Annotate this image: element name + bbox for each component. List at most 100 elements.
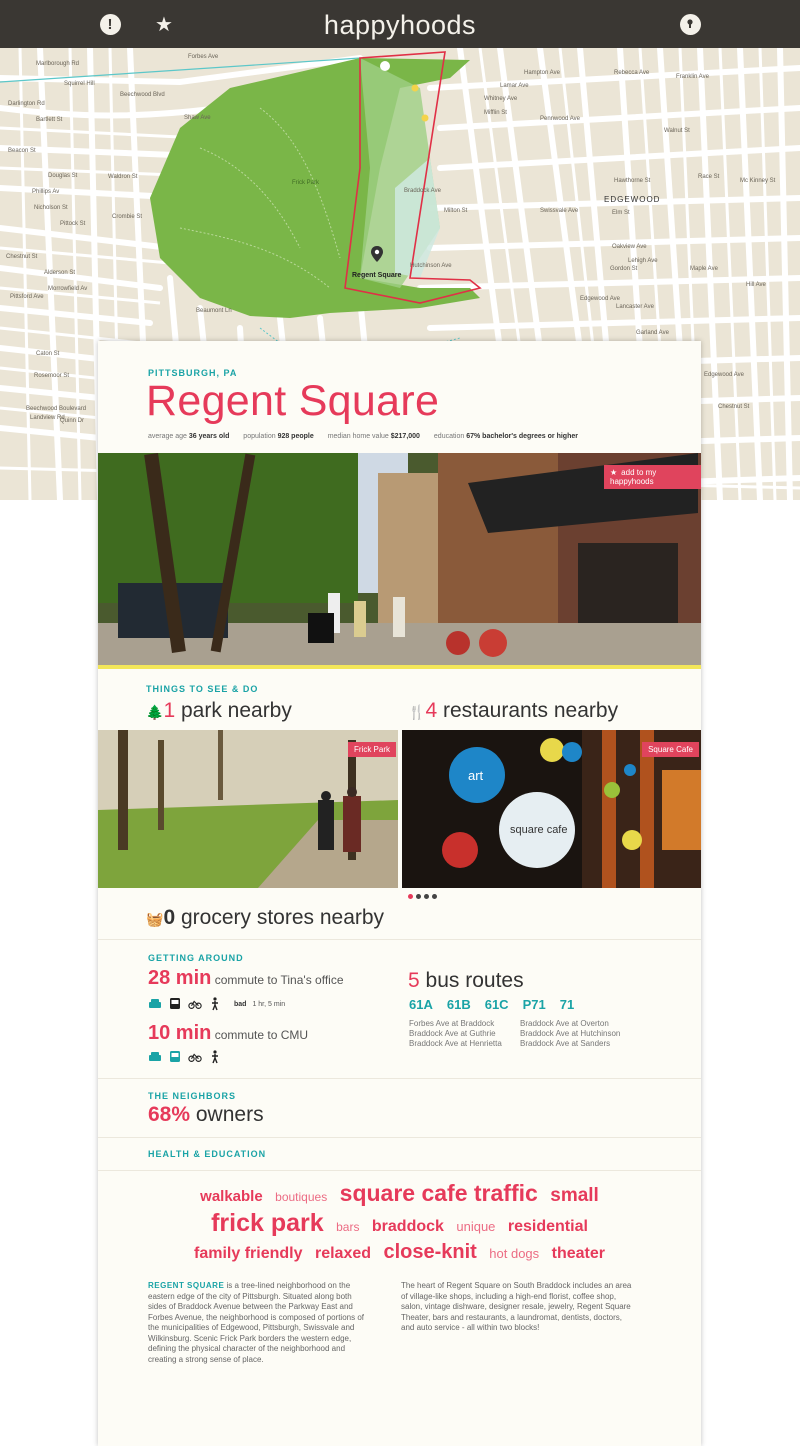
carousel-dot[interactable]	[416, 894, 421, 899]
bus-stop: Forbes Ave at Braddock	[409, 1019, 495, 1028]
bus-route[interactable]: 61C	[485, 997, 509, 1012]
owners-label: owners	[195, 1103, 264, 1126]
divider	[98, 939, 701, 940]
basket-icon: 🧺	[146, 911, 164, 927]
commute-1-bad-time: 1 hr, 5 min	[252, 1000, 286, 1008]
tag-word[interactable]: small	[550, 1185, 599, 1207]
divider	[98, 1137, 701, 1138]
tree-icon: 🌲	[146, 704, 164, 720]
tag-word[interactable]: square cafe traffic	[340, 1180, 538, 1207]
tag-word[interactable]: relaxed	[315, 1245, 371, 1263]
stat-home-value: $217,000	[390, 433, 420, 440]
stat-population-value: 928 people	[277, 433, 314, 440]
top-bar: ! ★ happyhoods	[0, 0, 800, 48]
commute-1-label: commute to Tina's office	[214, 973, 344, 987]
tag-word[interactable]: bars	[336, 1220, 359, 1234]
add-to-happyhoods-button[interactable]: ★ add to my happyhoods	[604, 465, 701, 489]
bus-icon[interactable]	[168, 1050, 182, 1064]
bus-route[interactable]: 61A	[409, 997, 433, 1012]
stat-age-value: 36 years old	[188, 433, 230, 440]
section-heading-things: THINGS TO SEE & DO	[146, 684, 259, 694]
map-label: Frick Park	[292, 180, 319, 186]
map-label: Pennwood Ave	[540, 116, 580, 122]
map-label: Marlborough Rd	[36, 61, 80, 67]
map-label: Walnut St	[664, 128, 690, 134]
stats-row: average age 36 years old population 928 …	[148, 433, 578, 440]
parks-label: park nearby	[180, 699, 292, 722]
bus-route[interactable]: 71	[560, 997, 574, 1012]
bike-icon[interactable]	[188, 997, 202, 1011]
map-label: Forbes Ave	[188, 54, 219, 60]
map-label: Chestnut St	[6, 254, 38, 260]
tag-word[interactable]: hot dogs	[489, 1246, 539, 1261]
map-label: Squirrel Hill	[64, 81, 95, 87]
description-left-text: is a tree-lined neighborhood on the east…	[148, 1281, 364, 1364]
owners-value: 68%	[148, 1103, 191, 1126]
map-label: Gordon St	[610, 266, 638, 272]
square-cafe-photo[interactable]: art square cafe Square Cafe	[402, 730, 701, 888]
map-label: Race St	[698, 174, 720, 180]
map-label: Braddock Ave	[404, 188, 441, 194]
description-right: The heart of Regent Square on South Brad…	[401, 1281, 632, 1332]
tag-word[interactable]: close-knit	[383, 1241, 476, 1264]
stat-age-label: average age	[148, 433, 187, 440]
map-label: Waldron St	[108, 174, 138, 180]
car-icon[interactable]	[148, 997, 162, 1011]
parks-stat: 🌲1 park nearby	[146, 699, 292, 723]
restaurants-stat: 🍴4 restaurants nearby	[408, 699, 618, 723]
carousel-dot[interactable]	[424, 894, 429, 899]
bus-stops-right: Braddock Ave at Overton Braddock Ave at …	[520, 1019, 620, 1049]
carousel-dots[interactable]	[408, 894, 437, 899]
section-heading-getting-around: GETTING AROUND	[148, 953, 244, 963]
bus-icon[interactable]	[168, 997, 182, 1011]
page-title: Regent Square	[146, 377, 440, 425]
map-label: Morrowfield Av	[48, 286, 88, 292]
word-cloud-row-3: family friendly relaxed close-knit hot d…	[98, 1241, 701, 1264]
tag-word[interactable]: frick park	[211, 1209, 324, 1238]
commute-1: 28 min commute to Tina's office	[148, 967, 344, 990]
map-label: Mc Kinney St	[740, 178, 776, 184]
tag-word[interactable]: family friendly	[194, 1245, 302, 1263]
map-label: Maple Ave	[690, 266, 718, 272]
restaurants-label: restaurants nearby	[442, 699, 619, 722]
stat-population-label: population	[243, 433, 276, 440]
bus-stop: Braddock Ave at Hutchinson	[520, 1029, 621, 1038]
stat-education-label: education	[433, 433, 465, 440]
bike-icon[interactable]	[188, 1050, 202, 1064]
carousel-dot[interactable]	[408, 894, 413, 899]
map-label: Pittock St	[60, 221, 86, 227]
map-label: Hampton Ave	[524, 70, 560, 76]
carousel-dot[interactable]	[432, 894, 437, 899]
walk-icon[interactable]	[208, 997, 222, 1011]
map-label: Swissvale Ave	[540, 208, 579, 214]
map-label: Garland Ave	[636, 330, 669, 336]
map-label: Oakview Ave	[612, 244, 647, 250]
commute-2-label: commute to CMU	[214, 1028, 309, 1042]
tag-word[interactable]: unique	[456, 1219, 495, 1234]
tag-word[interactable]: braddock	[372, 1218, 444, 1236]
section-heading-neighbors: THE NEIGHBORS	[148, 1091, 237, 1101]
bus-routes-stat: 5 bus routes	[408, 969, 524, 993]
map-label: Crombie St	[112, 214, 143, 220]
bus-stop: Braddock Ave at Guthrie	[409, 1029, 496, 1038]
tag-word[interactable]: theater	[552, 1245, 605, 1263]
map-label: Phillips Av	[32, 189, 60, 195]
map-label: Alderson St	[44, 270, 76, 276]
tag-word[interactable]: residential	[508, 1218, 588, 1236]
map-label: Bartlett St	[36, 117, 63, 123]
photo-tag-frick-park: Frick Park	[348, 742, 396, 757]
car-icon[interactable]	[148, 1050, 162, 1064]
map-label: Hawthorne St	[614, 178, 651, 184]
bus-route[interactable]: 61B	[447, 997, 471, 1012]
lock-icon[interactable]	[678, 12, 702, 36]
frick-park-photo[interactable]: Frick Park	[98, 730, 398, 888]
tag-word[interactable]: boutiques	[275, 1190, 327, 1204]
bus-stops-left: Forbes Ave at Braddock Braddock Ave at G…	[409, 1019, 502, 1049]
tag-word[interactable]: walkable	[200, 1188, 263, 1205]
bus-routes-count: 5	[408, 969, 420, 992]
map-label: Pittsford Ave	[10, 294, 44, 300]
walk-icon[interactable]	[208, 1050, 222, 1064]
map-label: Rosemoor St	[34, 373, 70, 379]
bus-route[interactable]: P71	[523, 997, 546, 1012]
map-label: Elm St	[612, 210, 630, 216]
